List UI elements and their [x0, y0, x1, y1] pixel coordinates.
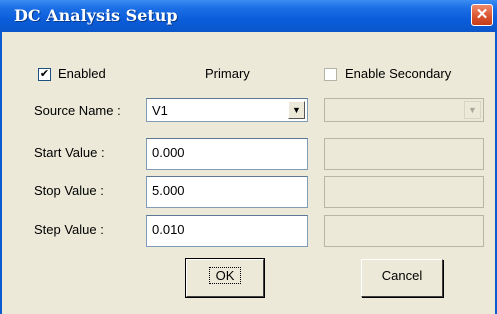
start-value-text: 0.000: [152, 145, 185, 160]
cancel-button-label: Cancel: [381, 268, 423, 283]
start-value-label: Start Value :: [34, 145, 105, 160]
dialog-window: DC Analysis Setup ✕ ✔ Enabled Primary En…: [0, 0, 497, 314]
secondary-dropdown-button[interactable]: ▼: [464, 101, 481, 119]
enabled-label[interactable]: Enabled: [58, 66, 106, 81]
primary-header: Primary: [205, 66, 250, 81]
cancel-button[interactable]: Cancel: [361, 259, 443, 297]
window-title: DC Analysis Setup: [14, 6, 178, 25]
source-name-label: Source Name :: [34, 103, 121, 118]
step-value-label: Step Value :: [34, 222, 104, 237]
close-button[interactable]: ✕: [471, 4, 493, 26]
step-value-text: 0.010: [152, 222, 185, 237]
title-bar[interactable]: DC Analysis Setup ✕: [0, 0, 497, 32]
secondary-source-combo[interactable]: [324, 98, 484, 122]
secondary-step-input[interactable]: [324, 215, 484, 247]
source-name-value: V1: [152, 103, 168, 118]
stop-value-input[interactable]: 5.000: [146, 176, 308, 208]
checkmark-icon: ✔: [39, 68, 50, 80]
dropdown-arrow-icon: ▼: [468, 105, 477, 115]
enable-secondary-label[interactable]: Enable Secondary: [345, 66, 451, 81]
secondary-start-input[interactable]: [324, 138, 484, 170]
stop-value-text: 5.000: [152, 183, 185, 198]
source-name-combo[interactable]: V1: [146, 98, 308, 122]
enabled-checkbox[interactable]: ✔: [38, 68, 51, 81]
source-name-dropdown-button[interactable]: ▼: [288, 101, 305, 119]
start-value-input[interactable]: 0.000: [146, 138, 308, 170]
stop-value-label: Stop Value :: [34, 183, 104, 198]
step-value-input[interactable]: 0.010: [146, 215, 308, 247]
dropdown-arrow-icon: ▼: [292, 105, 301, 115]
ok-button-label: OK: [208, 267, 242, 284]
close-icon: ✕: [475, 6, 489, 23]
ok-button[interactable]: OK: [185, 258, 265, 298]
secondary-stop-input[interactable]: [324, 176, 484, 208]
enable-secondary-checkbox[interactable]: [324, 68, 337, 81]
